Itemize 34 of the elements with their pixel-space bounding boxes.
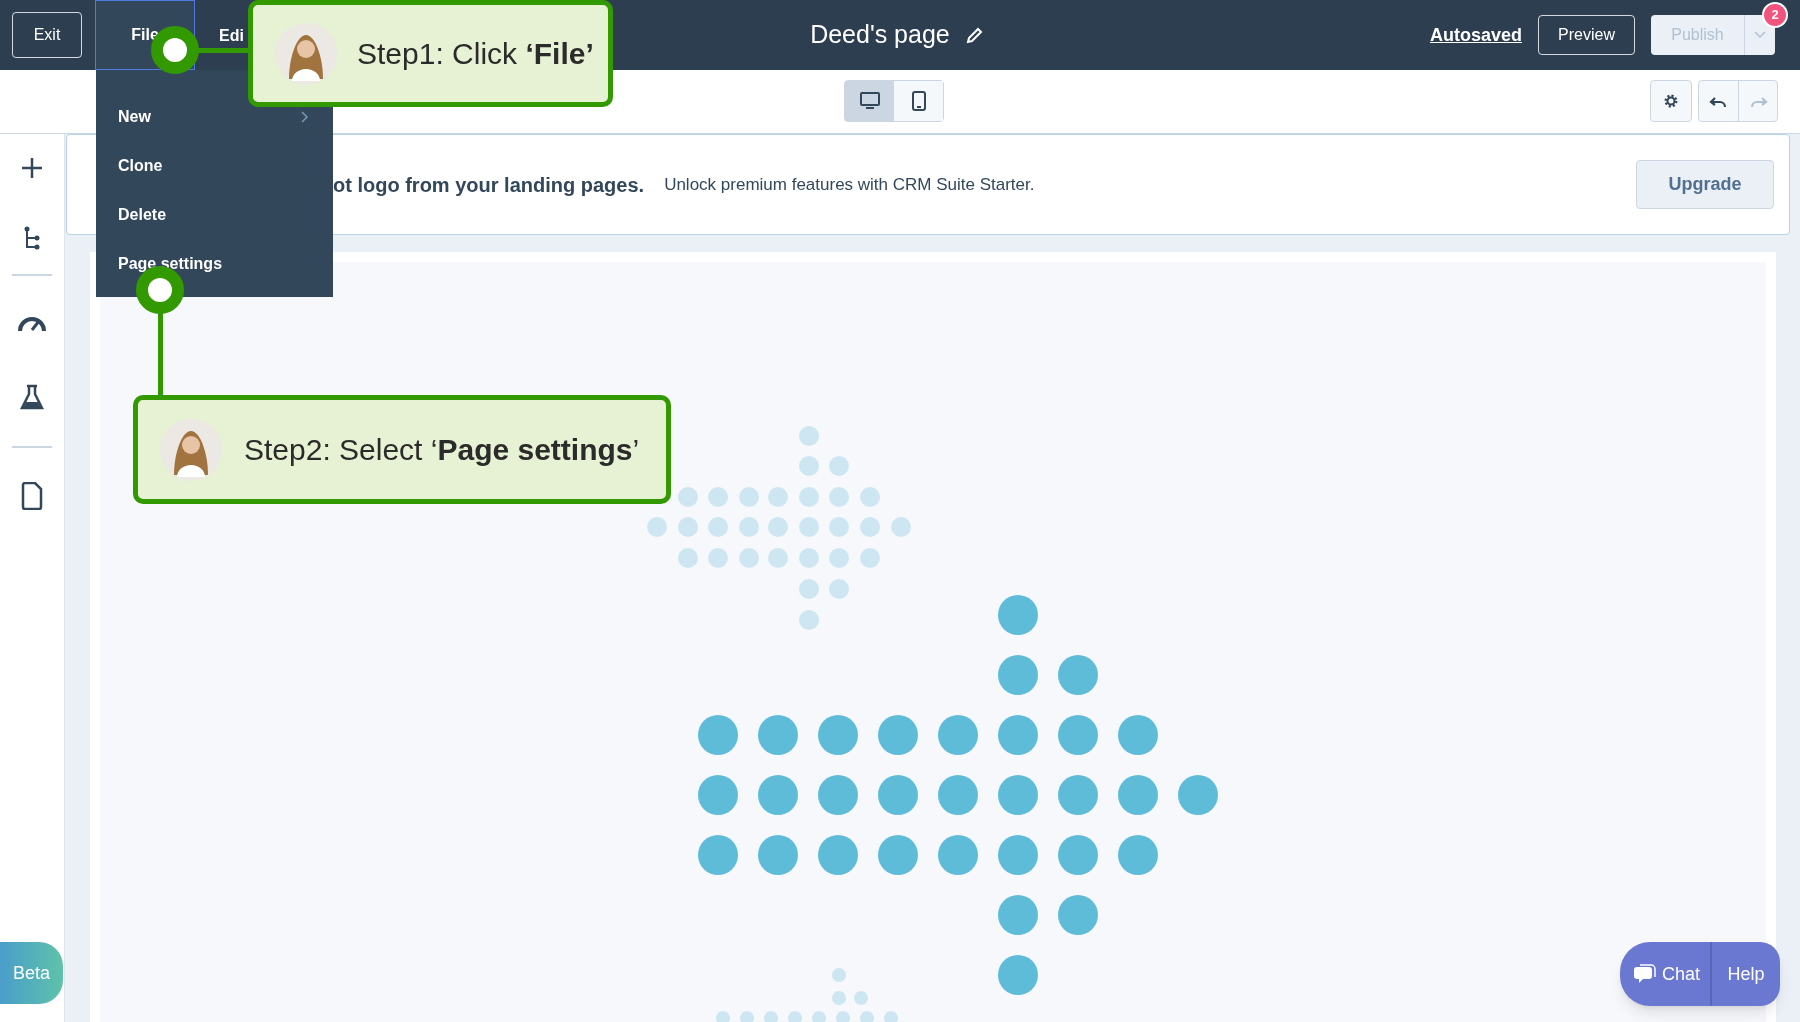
menu-item[interactable]: Delete — [96, 190, 333, 239]
callout-text: Step2: Select ‘Page settings’ — [244, 432, 640, 468]
chat-button[interactable]: Chat — [1620, 942, 1713, 1006]
pencil-icon[interactable] — [965, 26, 984, 44]
gauge-icon[interactable] — [17, 314, 47, 332]
desktop-icon — [859, 92, 880, 110]
notification-badge: 2 — [1762, 2, 1788, 28]
tree-icon[interactable] — [23, 226, 41, 250]
upgrade-button[interactable]: Upgrade — [1636, 160, 1774, 209]
banner-headline: ot logo from your landing pages. — [333, 172, 645, 198]
preview-button[interactable]: Preview — [1538, 15, 1635, 55]
redo-icon — [1748, 94, 1768, 108]
undo-icon — [1708, 94, 1729, 108]
menu-tab[interactable]: Edi — [219, 24, 244, 46]
avatar-icon — [160, 418, 222, 481]
exit-button[interactable]: Exit — [12, 12, 82, 58]
callout-text: Step1: Click ‘File’ — [357, 36, 594, 72]
settings-icon — [1663, 93, 1679, 109]
mobile-icon — [911, 91, 926, 111]
menu-item[interactable]: Page settings — [96, 239, 333, 288]
add-icon[interactable] — [20, 156, 44, 180]
chat-icon — [1632, 963, 1656, 985]
menu-item[interactable]: Clone — [96, 141, 333, 190]
autosaved-link[interactable]: Autosaved — [1429, 21, 1522, 49]
settings-button[interactable] — [1650, 80, 1692, 122]
page-title: Deed's page — [810, 19, 950, 51]
menu-item[interactable]: New — [96, 92, 333, 141]
mobile-view-button[interactable] — [894, 81, 943, 121]
document-icon[interactable] — [21, 482, 43, 510]
banner-text: Unlock premium features with CRM Suite Starter. — [664, 173, 1035, 196]
avatar-icon — [275, 22, 337, 85]
help-button[interactable]: Help — [1712, 942, 1780, 1006]
desktop-view-button[interactable] — [845, 81, 894, 121]
flask-icon[interactable] — [20, 384, 44, 410]
